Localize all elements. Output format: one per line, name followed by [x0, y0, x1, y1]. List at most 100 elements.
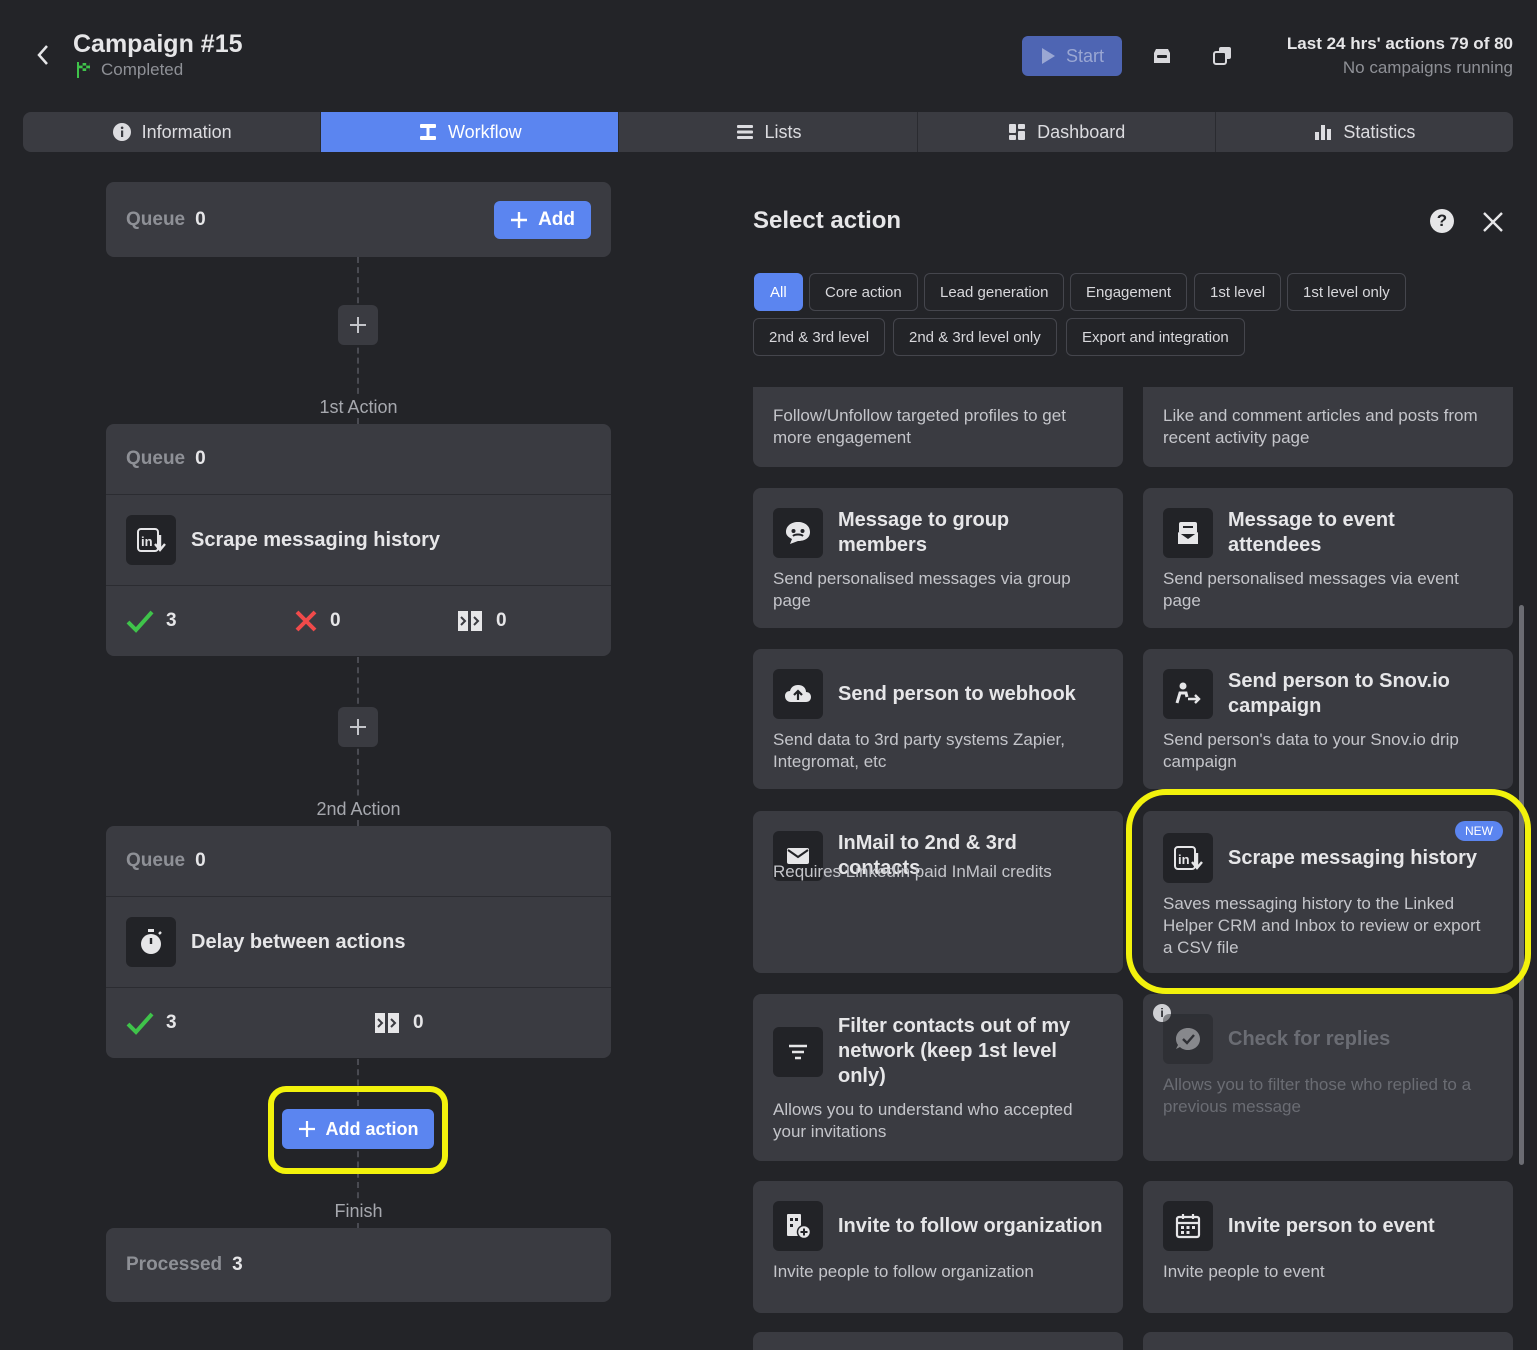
- tab-dashboard[interactable]: Dashboard: [918, 112, 1216, 152]
- svg-text:in: in: [141, 534, 153, 549]
- stopwatch-icon: [126, 917, 176, 967]
- add-button[interactable]: Add: [494, 200, 591, 239]
- start-button[interactable]: Start: [1022, 36, 1122, 76]
- card-desc: Send data to 3rd party systems Zapier, I…: [773, 730, 1065, 771]
- card-desc: Send person's data to your Snov.io drip …: [1163, 730, 1459, 771]
- action-card[interactable]: [753, 1332, 1123, 1350]
- event-message-icon: [1163, 508, 1213, 558]
- tab-workflow[interactable]: Workflow: [321, 112, 620, 152]
- duplicate-button[interactable]: [1210, 44, 1234, 68]
- queue-label: Queue: [126, 208, 186, 230]
- filter-core-action[interactable]: Core action: [809, 273, 918, 311]
- workflow-icon: [419, 124, 436, 140]
- tab-information[interactable]: Information: [23, 112, 322, 152]
- action-card-webhook[interactable]: Send person to webhook Send data to 3rd …: [753, 649, 1123, 789]
- filter-engagement[interactable]: Engagement: [1070, 273, 1188, 311]
- filter-2nd-3rd-level-only[interactable]: 2nd & 3rd level only: [893, 318, 1057, 356]
- action-card-follow[interactable]: Follow/Unfollow targeted profiles to get…: [753, 387, 1123, 467]
- running-status-text: No campaigns running: [1342, 58, 1513, 77]
- card-desc: Invite people to event: [1163, 1262, 1325, 1281]
- help-button[interactable]: ?: [1430, 209, 1454, 233]
- action-card-inmail[interactable]: InMail to 2nd & 3rd contacts Requires Li…: [753, 811, 1123, 973]
- card-desc: Send personalised messages via group pag…: [773, 569, 1071, 610]
- filter-export-integration[interactable]: Export and integration: [1066, 318, 1245, 356]
- organization-add-icon: [773, 1201, 823, 1251]
- skipped-stat: 0: [373, 988, 424, 1058]
- card-title: Check for replies: [1228, 1027, 1391, 1050]
- card-desc: Allows you to filter those who replied t…: [1163, 1075, 1472, 1116]
- action-card-snovio[interactable]: Send person to Snov.io campaign Send per…: [1143, 649, 1513, 789]
- action-card[interactable]: Queue 0 in Scrape messaging history 3 0 …: [106, 424, 611, 656]
- card-title: Send person to webhook: [838, 682, 1076, 705]
- close-icon: [1483, 212, 1503, 232]
- archive-button[interactable]: [1150, 44, 1174, 68]
- tab-label: Statistics: [1343, 121, 1416, 142]
- finish-card: Processed 3: [106, 1228, 611, 1302]
- action-name: Delay between actions: [191, 930, 406, 953]
- processed-value: 3: [232, 1254, 243, 1275]
- start-queue-card: Queue 0 Add: [106, 182, 611, 257]
- campaign-tabs: Information Workflow Lists Dashboard Sta…: [23, 112, 1513, 152]
- filter-2nd-3rd-level[interactable]: 2nd & 3rd level: [753, 318, 886, 356]
- tab-lists[interactable]: Lists: [619, 112, 918, 152]
- chevron-left-icon: [37, 45, 48, 65]
- action-card-message-event[interactable]: Message to event attendees Send personal…: [1143, 488, 1513, 628]
- card-title: Send person to Snov.io campaign: [1228, 670, 1450, 717]
- card-title: Invite person to event: [1228, 1214, 1435, 1237]
- action-card[interactable]: Queue 0 Delay between actions 3 0: [106, 826, 611, 1058]
- finish-label: Finish: [106, 1201, 611, 1222]
- action-card-like-comment[interactable]: Like and comment articles and posts from…: [1143, 387, 1513, 467]
- step-label: 2nd Action: [106, 799, 611, 820]
- action-card-check-replies[interactable]: i Check for replies Allows you to filter…: [1143, 994, 1513, 1161]
- bar-chart-icon: [1315, 125, 1332, 140]
- card-title: Message to group members: [838, 509, 1010, 556]
- start-label: Start: [1065, 45, 1104, 66]
- copy-icon: [1213, 47, 1231, 65]
- card-desc: Allows you to understand who accepted yo…: [773, 1100, 1073, 1141]
- skipped-stat: 0: [456, 586, 507, 656]
- queue-value: 0: [195, 448, 206, 469]
- back-button[interactable]: [30, 40, 56, 70]
- plus-icon: [350, 317, 366, 333]
- linkedin-download-icon: in: [126, 515, 176, 565]
- group-chat-icon: [773, 508, 823, 558]
- play-icon: [1041, 48, 1055, 64]
- campaign-title: Campaign #15: [73, 30, 243, 58]
- card-desc: Follow/Unfollow targeted profiles to get…: [773, 406, 1066, 447]
- action-card-message-group[interactable]: Message to group members Send personalis…: [753, 488, 1123, 628]
- filter-lead-generation[interactable]: Lead generation: [924, 273, 1065, 311]
- highlight-outline: [268, 1086, 448, 1174]
- help-icon: ?: [1436, 211, 1448, 230]
- card-desc: Send personalised messages via event pag…: [1163, 569, 1459, 610]
- reply-check-icon: [1163, 1014, 1213, 1064]
- add-label: Add: [538, 208, 575, 230]
- action-name: Scrape messaging history: [191, 528, 440, 551]
- filter-all[interactable]: All: [754, 273, 803, 311]
- checkmark-icon: [126, 610, 154, 633]
- insert-action-button[interactable]: [338, 707, 378, 747]
- card-title: Invite to follow organization: [838, 1214, 1103, 1237]
- checkmark-icon: [126, 1012, 154, 1035]
- campaign-status: Completed: [75, 60, 183, 80]
- action-card-invite-event[interactable]: Invite person to event Invite people to …: [1143, 1181, 1513, 1313]
- info-icon: [112, 123, 131, 141]
- filter-1st-level[interactable]: 1st level: [1194, 273, 1282, 311]
- insert-action-button[interactable]: [338, 305, 378, 345]
- plus-icon: [511, 211, 528, 228]
- cloud-upload-icon: [773, 669, 823, 719]
- plus-icon: [350, 719, 366, 735]
- failed-stat: 0: [294, 586, 341, 656]
- action-card-filter-network[interactable]: Filter contacts out of my network (keep …: [753, 994, 1123, 1161]
- filter-icon: [773, 1026, 823, 1077]
- card-desc: Invite people to follow organization: [773, 1262, 1034, 1281]
- action-card[interactable]: [1143, 1332, 1513, 1350]
- archive-icon: [1154, 49, 1170, 63]
- actions-limit-text: Last 24 hrs' actions 79 of 80: [1286, 34, 1513, 53]
- status-label: Completed: [101, 60, 184, 79]
- filter-1st-level-only[interactable]: 1st level only: [1287, 273, 1406, 311]
- queue-label: Queue: [126, 850, 186, 871]
- tab-label: Lists: [764, 121, 802, 142]
- close-button[interactable]: [1480, 209, 1506, 235]
- action-card-follow-organization[interactable]: Invite to follow organization Invite peo…: [753, 1181, 1123, 1313]
- tab-statistics[interactable]: Statistics: [1216, 112, 1513, 152]
